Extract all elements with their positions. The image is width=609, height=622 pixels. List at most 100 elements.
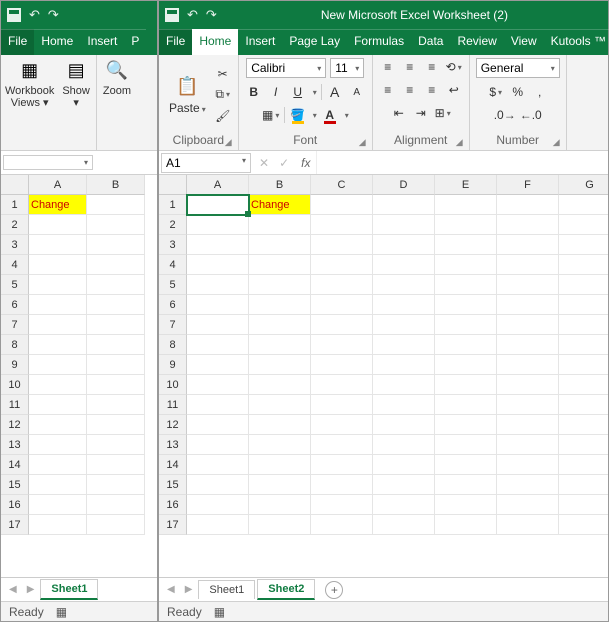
cell[interactable] — [373, 495, 435, 515]
cell[interactable] — [29, 215, 87, 235]
cell[interactable] — [311, 275, 373, 295]
tab-home[interactable]: Home — [34, 29, 80, 55]
row-header[interactable]: 16 — [1, 495, 29, 515]
cell[interactable] — [311, 475, 373, 495]
row-header[interactable]: 13 — [1, 435, 29, 455]
cell[interactable] — [311, 415, 373, 435]
cell[interactable] — [87, 515, 145, 535]
row-header[interactable]: 3 — [159, 235, 187, 255]
cell[interactable] — [311, 235, 373, 255]
column-header[interactable]: F — [497, 175, 559, 195]
cell[interactable] — [311, 195, 373, 215]
sheet-tab-sheet1[interactable]: Sheet1 — [40, 579, 98, 600]
save-icon[interactable] — [165, 8, 179, 22]
cell[interactable] — [559, 255, 608, 275]
align-bottom-button[interactable]: ≡ — [423, 58, 441, 76]
row-header[interactable]: 8 — [159, 335, 187, 355]
align-left-button[interactable]: ≡ — [379, 81, 397, 99]
cell[interactable] — [187, 455, 249, 475]
cell[interactable] — [373, 415, 435, 435]
dialog-launcher-icon[interactable]: ◢ — [553, 137, 560, 148]
cell[interactable] — [311, 455, 373, 475]
macro-icon[interactable]: ▦ — [56, 605, 67, 619]
undo-icon[interactable]: ↶ — [187, 7, 198, 23]
cell[interactable] — [559, 515, 608, 535]
align-center-button[interactable]: ≡ — [401, 81, 419, 99]
dialog-launcher-icon[interactable]: ◢ — [456, 137, 463, 148]
cell[interactable] — [311, 215, 373, 235]
cell[interactable] — [249, 435, 311, 455]
cell[interactable] — [87, 475, 145, 495]
row-header[interactable]: 12 — [1, 415, 29, 435]
show-button[interactable]: ▤ Show ▾ — [58, 55, 94, 150]
cell[interactable] — [559, 495, 608, 515]
cell[interactable] — [311, 435, 373, 455]
cell[interactable] — [373, 395, 435, 415]
cell[interactable] — [87, 195, 145, 215]
cell[interactable] — [311, 495, 373, 515]
cell[interactable] — [497, 275, 559, 295]
row-header[interactable]: 10 — [1, 375, 29, 395]
cell[interactable] — [29, 315, 87, 335]
cancel-icon[interactable]: ✕ — [259, 156, 269, 170]
select-all-corner[interactable] — [159, 175, 187, 195]
format-painter-button[interactable]: 🖌 — [214, 107, 232, 125]
row-header[interactable]: 11 — [1, 395, 29, 415]
tab-file[interactable]: File — [159, 29, 192, 55]
cell[interactable] — [373, 275, 435, 295]
italic-button[interactable]: I — [267, 83, 285, 101]
cell[interactable] — [87, 315, 145, 335]
tab-formulas[interactable]: Formulas — [347, 29, 411, 55]
align-middle-button[interactable]: ≡ — [401, 58, 419, 76]
fill-color-button[interactable]: 🪣 — [289, 106, 307, 124]
row-header[interactable]: 6 — [1, 295, 29, 315]
row-header[interactable]: 3 — [1, 235, 29, 255]
cell[interactable] — [187, 315, 249, 335]
cell[interactable] — [87, 495, 145, 515]
row-header[interactable]: 9 — [1, 355, 29, 375]
sheet-nav-next-icon[interactable]: ▶ — [23, 584, 39, 595]
sheet-tab-sheet2[interactable]: Sheet2 — [257, 579, 315, 600]
cell[interactable] — [497, 295, 559, 315]
cell[interactable] — [29, 355, 87, 375]
align-right-button[interactable]: ≡ — [423, 81, 441, 99]
cell[interactable] — [497, 515, 559, 535]
cell[interactable] — [187, 195, 249, 215]
cell[interactable] — [373, 255, 435, 275]
cell[interactable] — [311, 335, 373, 355]
cell[interactable] — [187, 515, 249, 535]
cell[interactable] — [497, 375, 559, 395]
cell[interactable] — [187, 255, 249, 275]
cell[interactable] — [187, 495, 249, 515]
cell[interactable] — [29, 455, 87, 475]
cell[interactable] — [29, 275, 87, 295]
row-header[interactable]: 1 — [1, 195, 29, 215]
cell[interactable] — [87, 435, 145, 455]
cell[interactable] — [29, 375, 87, 395]
column-header[interactable]: G — [559, 175, 608, 195]
cell[interactable] — [249, 295, 311, 315]
column-header[interactable]: A — [187, 175, 249, 195]
cell[interactable] — [87, 255, 145, 275]
dialog-launcher-icon[interactable]: ◢ — [225, 137, 232, 148]
column-header[interactable]: D — [373, 175, 435, 195]
cell[interactable] — [373, 355, 435, 375]
percent-button[interactable]: % — [509, 83, 527, 101]
cell[interactable] — [559, 215, 608, 235]
cell[interactable] — [559, 475, 608, 495]
cell[interactable] — [435, 235, 497, 255]
cell[interactable] — [311, 315, 373, 335]
comma-button[interactable]: , — [531, 83, 549, 101]
cell[interactable] — [497, 475, 559, 495]
save-icon[interactable] — [7, 8, 21, 22]
cell[interactable] — [249, 275, 311, 295]
cell[interactable] — [187, 375, 249, 395]
cell[interactable] — [435, 295, 497, 315]
cell[interactable] — [559, 315, 608, 335]
fx-icon[interactable]: fx — [295, 156, 316, 170]
shrink-font-button[interactable]: A — [348, 83, 366, 101]
cell[interactable] — [249, 475, 311, 495]
bold-button[interactable]: B — [245, 83, 263, 101]
copy-button[interactable]: ⧉▾ — [214, 86, 232, 104]
cell[interactable] — [559, 455, 608, 475]
